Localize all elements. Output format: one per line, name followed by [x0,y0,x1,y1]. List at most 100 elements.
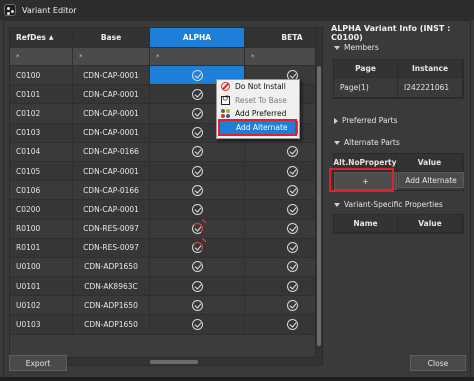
column-header-refdes[interactable]: RefDes ▲ [10,28,73,48]
cell-refdes[interactable]: C0102 [10,104,73,124]
filter-refdes[interactable]: * [10,48,73,66]
refresh-warning-icon [191,242,203,254]
cell-alpha[interactable] [150,315,245,335]
cell-refdes[interactable]: C0103 [10,123,73,143]
cell-alpha[interactable] [150,219,245,239]
menu-item-label: Do Not Install [235,82,286,92]
column-header-page[interactable]: Page [334,60,398,78]
table-row[interactable]: U0101 CDN-AK8963C [10,277,322,297]
cell-alpha[interactable] [150,200,245,220]
cell-alpha[interactable] [150,181,245,201]
menu-item-label: Add Preferred [235,109,287,119]
cell-refdes[interactable]: C0106 [10,181,73,201]
cell-base[interactable]: CDN-ADP1650 [73,315,150,335]
check-circle-icon [286,146,298,158]
collapse-icon [334,202,340,207]
cell-alpha[interactable] [150,257,245,278]
alternate-parts-section-header[interactable]: Alternate Parts [334,138,400,147]
table-row[interactable]: R0100 CDN-RES-0097 [10,219,322,239]
cell-refdes[interactable]: U0102 [10,296,73,316]
cell-beta[interactable] [245,181,322,201]
cell-refdes[interactable]: U0103 [10,315,73,335]
column-header-instance[interactable]: Instance [398,60,463,78]
check-circle-icon [286,299,298,311]
cell-refdes[interactable]: C0105 [10,161,73,182]
cell-alpha[interactable] [150,238,245,258]
cell-beta[interactable] [245,315,322,335]
table-row[interactable]: U0100 CDN-ADP1650 [10,257,322,278]
cell-refdes[interactable]: C0100 [10,66,73,86]
export-button[interactable]: Export [9,355,67,371]
table-row[interactable]: C0105 CDN-CAP-0001 [10,161,322,182]
cell-refdes[interactable]: R0100 [10,219,73,239]
cell-beta[interactable] [245,219,322,239]
table-row[interactable]: Page(1) I242221061 [334,78,463,98]
section-label: Alternate Parts [344,138,400,147]
filter-beta[interactable]: * [245,48,322,66]
cell-beta[interactable] [245,200,322,220]
variant-props-section-header[interactable]: Variant-Specific Properties [334,200,443,209]
preferred-parts-section-header[interactable]: Preferred Parts [334,116,398,125]
filter-base[interactable]: * [73,48,150,66]
cell-refdes[interactable]: C0101 [10,85,73,105]
cell-refdes[interactable]: C0104 [10,142,73,162]
cell-beta[interactable] [245,238,322,258]
table-row[interactable]: C0106 CDN-CAP-0166 [10,181,322,201]
column-header-value[interactable]: Value [398,215,463,233]
cell-base[interactable]: CDN-CAP-0166 [73,142,150,162]
cell-beta[interactable] [245,296,322,316]
table-row[interactable]: C0200 CDN-CAP-0001 [10,200,322,220]
column-header-beta[interactable]: BETA [245,28,322,48]
check-circle-icon [286,184,298,196]
cell-refdes[interactable]: U0101 [10,277,73,297]
column-header-value[interactable]: Value [397,154,463,172]
add-alternate-button[interactable]: Add Alternate [398,172,464,188]
check-circle-icon [191,280,203,292]
cell-base[interactable]: CDN-CAP-0001 [73,66,150,86]
cell-refdes[interactable]: C0200 [10,200,73,220]
cell-beta[interactable] [245,257,322,278]
column-header-base[interactable]: Base [73,28,150,48]
cell-base[interactable]: CDN-CAP-0001 [73,104,150,124]
menu-item-reset-to-base[interactable]: Reset To Base [217,94,299,108]
cell-page: Page(1) [334,78,398,98]
table-row[interactable]: U0102 CDN-ADP1650 [10,296,322,316]
cell-base[interactable]: CDN-AK8963C [73,277,150,297]
cell-alpha[interactable] [150,161,245,182]
cell-refdes[interactable]: R0101 [10,238,73,258]
cell-beta[interactable] [245,142,322,162]
table-row[interactable]: U0103 CDN-ADP1650 [10,315,322,335]
cell-alpha[interactable] [150,142,245,162]
vertical-scrollbar[interactable] [315,28,322,365]
members-section-header[interactable]: Members [334,43,379,52]
column-header-alpha[interactable]: ALPHA [150,28,245,48]
check-circle-icon [191,88,203,100]
cell-alpha[interactable] [150,296,245,316]
column-header-name[interactable]: Name [334,215,398,233]
menu-item-label: Reset To Base [235,95,287,105]
check-circle-icon [191,261,203,273]
cell-base[interactable]: CDN-CAP-0001 [73,161,150,182]
filter-alpha[interactable]: * [150,48,245,66]
scroll-thumb[interactable] [317,66,321,346]
cell-beta[interactable] [245,161,322,182]
cell-base[interactable]: CDN-CAP-0166 [73,181,150,201]
cell-refdes[interactable]: U0100 [10,257,73,278]
cell-base[interactable]: CDN-CAP-0001 [73,200,150,220]
bottom-edge [0,377,474,381]
cell-base[interactable]: CDN-CAP-0001 [73,85,150,105]
cell-base[interactable]: CDN-RES-0097 [73,219,150,239]
cell-base[interactable]: CDN-ADP1650 [73,296,150,316]
cell-base[interactable]: CDN-CAP-0001 [73,123,150,143]
close-button[interactable]: Close [410,355,466,371]
sort-ascending-icon: ▲ [48,34,54,41]
cell-alpha[interactable] [150,277,245,297]
menu-item-do-not-install[interactable]: Do Not Install [217,80,299,94]
table-row[interactable]: R0101 CDN-RES-0097 [10,238,322,258]
table-row[interactable]: C0104 CDN-CAP-0166 [10,142,322,162]
check-circle-icon [191,69,203,81]
cell-base[interactable]: CDN-ADP1650 [73,257,150,278]
cell-beta[interactable] [245,277,322,297]
scroll-thumb[interactable] [150,360,198,364]
cell-base[interactable]: CDN-RES-0097 [73,238,150,258]
